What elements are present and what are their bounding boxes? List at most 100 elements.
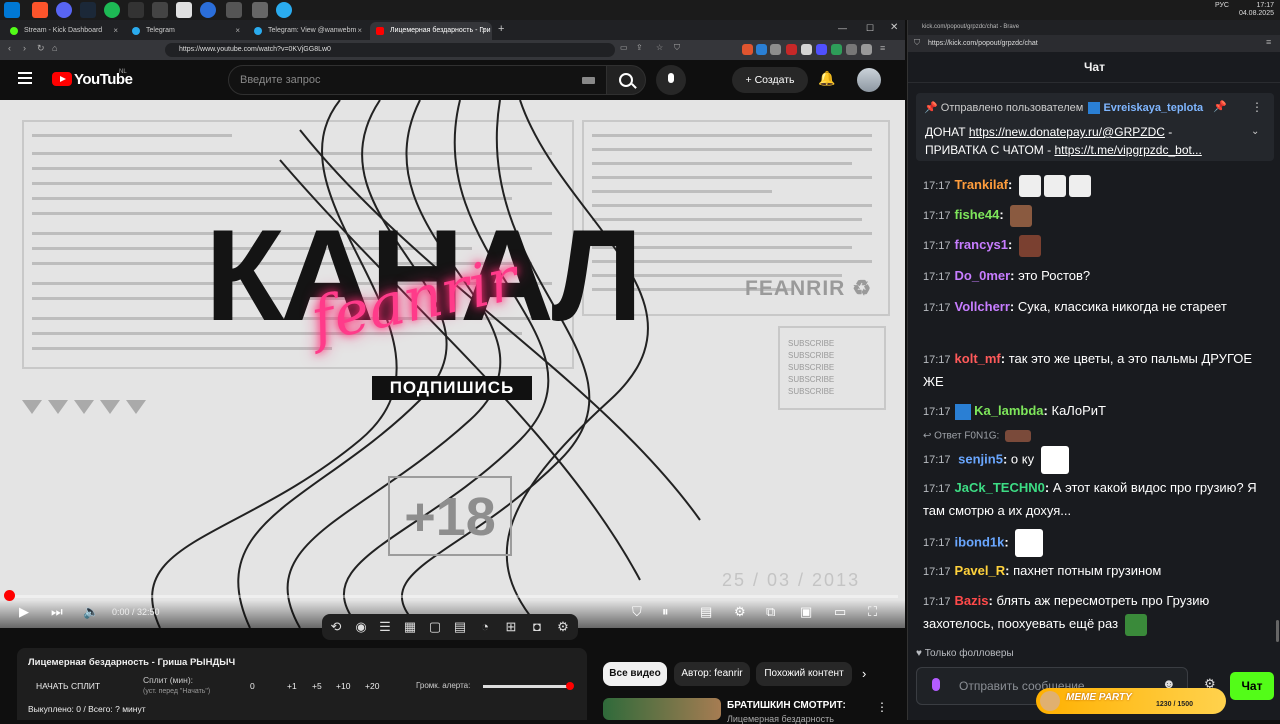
message-username[interactable]: Vollcherr xyxy=(955,299,1010,314)
speed-icon[interactable]: ◔ xyxy=(477,619,493,635)
camera-icon[interactable]: ◘ xyxy=(529,619,545,635)
mic-icon[interactable] xyxy=(932,678,940,691)
chip-author[interactable]: Автор: feanrir xyxy=(674,662,750,686)
extension-icon[interactable] xyxy=(861,44,872,55)
emote-icon[interactable] xyxy=(1124,613,1147,636)
avatar[interactable] xyxy=(857,68,881,92)
play-icon[interactable]: ▶ xyxy=(19,604,29,620)
message-username[interactable]: Bazis xyxy=(955,593,989,608)
message-username[interactable]: kolt_mf xyxy=(955,351,1001,366)
app-taskbar-icon[interactable] xyxy=(152,2,168,18)
youtube-logo-icon[interactable] xyxy=(52,72,72,86)
search-button[interactable] xyxy=(606,65,646,95)
cast-icon[interactable]: ▭ xyxy=(620,43,628,52)
extension-icon[interactable] xyxy=(846,44,857,55)
obs-taskbar-icon[interactable] xyxy=(128,2,144,18)
send-chat-button[interactable]: Чат xyxy=(1230,672,1274,700)
extension-icon[interactable] xyxy=(786,44,797,55)
emote-icon[interactable] xyxy=(1015,529,1044,557)
menu-icon[interactable]: ≡ xyxy=(880,43,885,53)
chat-scrollbar[interactable] xyxy=(1276,620,1279,642)
new-tab-button[interactable]: + xyxy=(498,23,504,35)
emote-icon[interactable] xyxy=(1018,174,1041,197)
alert-volume-slider[interactable] xyxy=(483,685,570,688)
pinned-link[interactable]: https://new.donatepay.ru/@GRPZDC xyxy=(969,125,1165,139)
brave-shield-icon[interactable]: ⛉ xyxy=(674,43,680,53)
discord-taskbar-icon[interactable] xyxy=(56,2,72,18)
chevron-right-icon[interactable]: › xyxy=(862,666,866,681)
url-field[interactable]: https://www.youtube.com/watch?v=0KVjGG8L… xyxy=(165,43,615,57)
chip-all-videos[interactable]: Все видео xyxy=(603,662,667,686)
notifications-bell-icon[interactable]: 🔔 xyxy=(818,70,835,87)
pinned-link[interactable]: https://t.me/vipgrpzdc_bot... xyxy=(1054,143,1201,157)
menu-icon[interactable]: ≡ xyxy=(1266,37,1271,47)
emote-icon[interactable] xyxy=(1040,446,1069,474)
chat-message[interactable]: 17:17 senjin5: о ку xyxy=(923,446,1268,474)
video-progress-bar[interactable] xyxy=(8,595,898,598)
tab-telegram-view[interactable]: Telegram: View @wanwebm × xyxy=(248,22,368,40)
kick-url-field[interactable]: https://kick.com/popout/grpzdc/chat xyxy=(908,35,1280,52)
alert-volume-handle[interactable] xyxy=(566,682,574,690)
chat-message[interactable]: 17:17 Vollcherr: Сука, классика никогда н… xyxy=(923,296,1268,319)
app5-taskbar-icon[interactable] xyxy=(252,2,268,18)
unpin-icon[interactable]: 📌 xyxy=(1213,100,1227,113)
volume-icon[interactable]: 🔈 xyxy=(83,604,99,620)
playlist-icon[interactable]: ☰ xyxy=(377,619,393,635)
message-username[interactable]: Trankilaf xyxy=(955,177,1008,192)
pip-icon[interactable]: ▣ xyxy=(800,604,812,620)
tab-kick-dashboard[interactable]: Stream - Kick Dashboard × xyxy=(4,22,124,40)
tab-youtube[interactable]: Лицемерная бездарность - Гри × xyxy=(370,22,492,40)
start-icon[interactable] xyxy=(4,2,20,18)
loop-icon[interactable]: ⟲ xyxy=(328,619,344,635)
close-icon[interactable]: × xyxy=(357,22,362,40)
message-username[interactable]: Pavel_R xyxy=(955,563,1006,578)
bookmark-icon[interactable]: ☆ xyxy=(656,43,663,52)
close-icon[interactable]: × xyxy=(481,22,486,40)
minimize-icon[interactable]: — xyxy=(838,23,847,33)
message-username[interactable]: Do_0mer xyxy=(955,268,1011,283)
share-icon[interactable]: ⇪ xyxy=(636,43,643,52)
hamburger-menu-icon[interactable] xyxy=(18,72,32,74)
close-icon[interactable]: × xyxy=(235,22,240,40)
app2-taskbar-icon[interactable] xyxy=(176,2,192,18)
more-vert-icon[interactable]: ⋮ xyxy=(876,700,888,714)
video-player[interactable]: SUBSCRIBE SUBSCRIBE SUBSCRIBE SUBSCRIBE … xyxy=(0,100,905,628)
extension-icon[interactable] xyxy=(756,44,767,55)
chat-message[interactable]: 17:17 Pavel_R: пахнет потным грузином xyxy=(923,560,1268,583)
chat-message[interactable]: 17:17 kolt_mf: так это же цветы, а это па… xyxy=(923,348,1268,393)
message-username[interactable]: fishe44 xyxy=(955,207,1000,222)
chat-message[interactable]: 17:17 fishe44: xyxy=(923,204,1268,227)
screenshot-icon[interactable]: ▢ xyxy=(427,619,443,635)
filmstrip-icon[interactable]: ▤ xyxy=(452,619,468,635)
message-username[interactable]: JaCk_TECHN0 xyxy=(955,480,1045,495)
related-video-title[interactable]: БРАТИШКИН СМОТРИТ: xyxy=(727,700,846,711)
chat-message[interactable]: 17:17 Ka_lambda: КаЛоРиТ xyxy=(923,400,1268,423)
subtitles-icon[interactable]: ▤ xyxy=(700,604,712,620)
app4-taskbar-icon[interactable] xyxy=(226,2,242,18)
chat-message[interactable]: 17:17 JaCk_TECHN0: А этот какой видос про… xyxy=(923,477,1268,522)
keyboard-icon[interactable] xyxy=(582,77,595,84)
fullscreen-icon[interactable]: ⛶ xyxy=(868,604,877,620)
app3-taskbar-icon[interactable] xyxy=(200,2,216,18)
close-icon[interactable]: × xyxy=(113,22,118,40)
split-minutes-value[interactable]: 0 xyxy=(250,681,255,691)
create-button[interactable]: + Создать xyxy=(732,67,808,93)
autoplay-toggle-icon[interactable]: ⏸ xyxy=(662,604,669,620)
back-icon[interactable]: ‹ xyxy=(8,43,11,53)
maximize-icon[interactable]: ☐ xyxy=(866,23,874,34)
extension-icon[interactable] xyxy=(801,44,812,55)
search-input[interactable]: Введите запрос xyxy=(228,65,608,95)
increment-1-button[interactable]: +1 xyxy=(287,681,297,691)
chat-message[interactable]: 17:17 Do_0mer: это Ростов? xyxy=(923,265,1268,288)
steam-taskbar-icon[interactable] xyxy=(80,2,96,18)
increment-10-button[interactable]: +10 xyxy=(336,681,350,691)
related-video-subtitle[interactable]: Лицемерная бездарность xyxy=(727,714,834,724)
telegram-taskbar-icon[interactable] xyxy=(276,2,292,18)
brave-taskbar-icon[interactable] xyxy=(32,2,48,18)
chip-similar[interactable]: Похожий контент xyxy=(756,662,852,686)
extension-icon[interactable] xyxy=(816,44,827,55)
more-vert-icon[interactable]: ⋮ xyxy=(1251,100,1263,114)
system-tray[interactable]: РУС 17:17 04.08.2025 xyxy=(1215,2,1274,18)
voice-search-button[interactable] xyxy=(656,65,686,95)
shield-icon[interactable]: ⛉ xyxy=(914,38,920,48)
